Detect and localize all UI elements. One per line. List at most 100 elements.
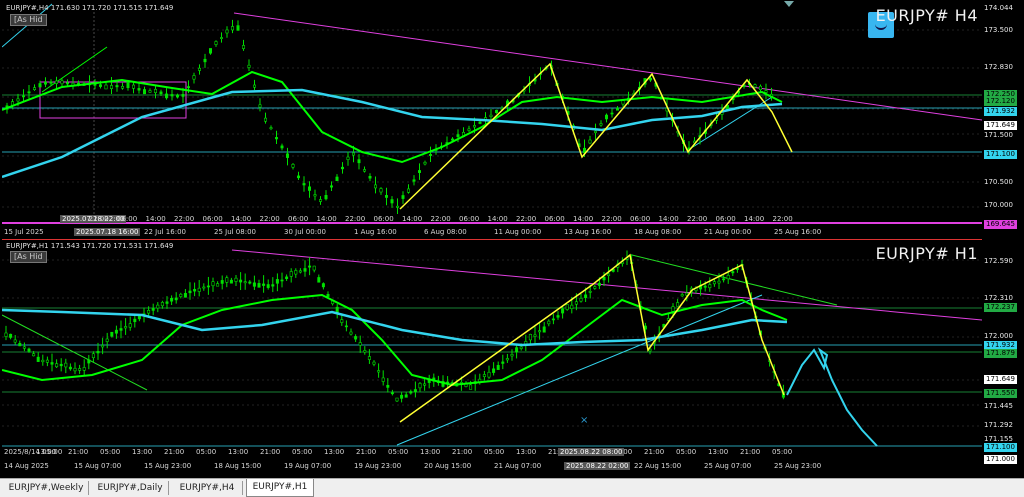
h1-candle — [505, 358, 509, 361]
h4-candle — [137, 88, 141, 91]
h1-chart-pane[interactable]: × EURJPY#,H1 171.543 171.720 171.531 171… — [2, 239, 982, 462]
h1-candle — [165, 301, 169, 304]
h1-date-label: 25 Aug 07:00 — [704, 462, 752, 470]
h1-chart-canvas[interactable]: × — [2, 240, 982, 462]
h4-candle — [373, 184, 377, 189]
h4-price-label: 172.830 — [984, 63, 1013, 71]
h1-time-label: 05:00 — [292, 448, 313, 456]
h4-candle — [170, 94, 174, 97]
h1-time-label: 13:00 — [324, 448, 345, 456]
h1-price-label: 171.550 — [984, 389, 1017, 398]
h1-candle — [101, 345, 105, 348]
h4-time-label: 22:00 — [174, 215, 195, 223]
h4-time-label: 06:00 — [202, 215, 223, 223]
h4-candle — [154, 88, 158, 94]
h4-time-label: 22:00 — [516, 215, 537, 223]
h4-candle — [450, 138, 454, 141]
h4-date-label: 2025.07.18 16:00 — [74, 228, 141, 236]
h1-candle — [206, 285, 210, 288]
h1-candle — [50, 362, 54, 365]
h1-price-label: 171.649 — [984, 375, 1017, 384]
h1-candle — [59, 363, 63, 367]
h1-candle — [105, 338, 109, 342]
h1-candle — [211, 281, 215, 287]
h4-candle — [621, 100, 625, 105]
h4-time-label: 22:00 — [88, 215, 109, 223]
h1-candle — [27, 348, 31, 352]
tab-h1[interactable]: EURJPY#,H1 — [246, 479, 314, 497]
tab-h4[interactable]: EURJPY#,H4 — [172, 481, 243, 495]
h1-candle — [170, 298, 174, 302]
h4-candle — [368, 176, 372, 179]
h4-candle — [335, 176, 339, 182]
h1-candle — [409, 391, 413, 394]
h1-candle — [335, 306, 339, 313]
h4-time-label: 06:00 — [117, 215, 138, 223]
h4-candle — [126, 81, 130, 88]
h4-candle — [472, 125, 476, 128]
h4-date-label: 30 Jul 00:00 — [284, 228, 326, 236]
h1-hidden-badge[interactable]: [As Hid — [10, 251, 47, 263]
h1-time-label: 21:00 — [740, 448, 761, 456]
h4-candle — [384, 195, 388, 198]
h4-chart-pane[interactable]: EURJPY#,H4 171.630 171.720 171.515 171.6… — [2, 2, 982, 228]
h4-price-axis: 174.044 173.500 172.830 172.250 172.120 171.9… — [982, 2, 1024, 234]
h4-time-label: 06:00 — [459, 215, 480, 223]
h4-candle — [104, 84, 108, 90]
h4-candle — [236, 25, 240, 31]
h4-candle — [253, 84, 257, 88]
tab-weekly[interactable]: EURJPY#,Weekly — [4, 481, 89, 495]
h1-candle — [584, 294, 588, 298]
h4-date-label: 25 Jul 08:00 — [214, 228, 256, 236]
h4-candle — [258, 104, 262, 108]
h1-price-label: 172.237 — [984, 303, 1017, 312]
h4-candle — [143, 89, 147, 95]
h1-candle — [321, 283, 325, 288]
h1-candle — [717, 280, 721, 284]
h1-candle — [13, 339, 17, 343]
h1-candle — [234, 277, 238, 282]
h4-hidden-badge[interactable]: [As Hid — [10, 14, 47, 26]
h4-candle — [121, 85, 125, 89]
h4-candle — [21, 95, 25, 98]
h1-candle — [386, 384, 390, 388]
h1-candle — [317, 277, 321, 283]
h4-candle — [346, 156, 350, 160]
h4-candle — [362, 169, 366, 172]
h1-candle — [82, 367, 86, 371]
h4-time-label: 14:00 — [744, 215, 765, 223]
h1-date-label: 21 Aug 07:00 — [494, 462, 542, 470]
h1-candle — [344, 325, 348, 328]
h1-price-label: 172.310 — [984, 294, 1013, 302]
h4-candle — [203, 58, 207, 63]
h1-candle — [312, 265, 316, 271]
h1-candle — [519, 346, 523, 349]
h1-channel-line — [631, 254, 838, 306]
h4-candle — [467, 128, 471, 131]
h4-time-label: 14:00 — [402, 215, 423, 223]
h1-candle — [367, 356, 371, 360]
h4-candle — [412, 179, 416, 182]
h1-candle — [9, 333, 13, 338]
h4-candle — [16, 98, 20, 102]
h1-candle — [418, 383, 422, 389]
h4-candle — [423, 161, 427, 165]
h1-price-label: 172.000 — [984, 332, 1013, 340]
h4-time-label: 22:00 — [772, 215, 793, 223]
h4-time-label: 14:00 — [231, 215, 252, 223]
h1-candle — [87, 359, 91, 364]
h4-time-label: 14:00 — [658, 215, 679, 223]
tab-daily[interactable]: EURJPY#,Daily — [92, 481, 169, 495]
h4-chart-canvas[interactable] — [2, 2, 982, 228]
h1-candle — [726, 275, 730, 280]
h4-price-label: 173.500 — [984, 26, 1013, 34]
h1-candle — [160, 302, 164, 307]
h1-price-axis: 172.590 172.310 172.237 172.000 171.932 171.8… — [982, 239, 1024, 469]
h4-time-label: 14:00 — [316, 215, 337, 223]
h4-candle — [615, 107, 619, 111]
h1-candle — [91, 353, 95, 358]
h1-candle — [183, 292, 187, 298]
h1-candle — [602, 276, 606, 281]
h4-candle — [478, 121, 482, 124]
h1-candle — [400, 394, 404, 399]
